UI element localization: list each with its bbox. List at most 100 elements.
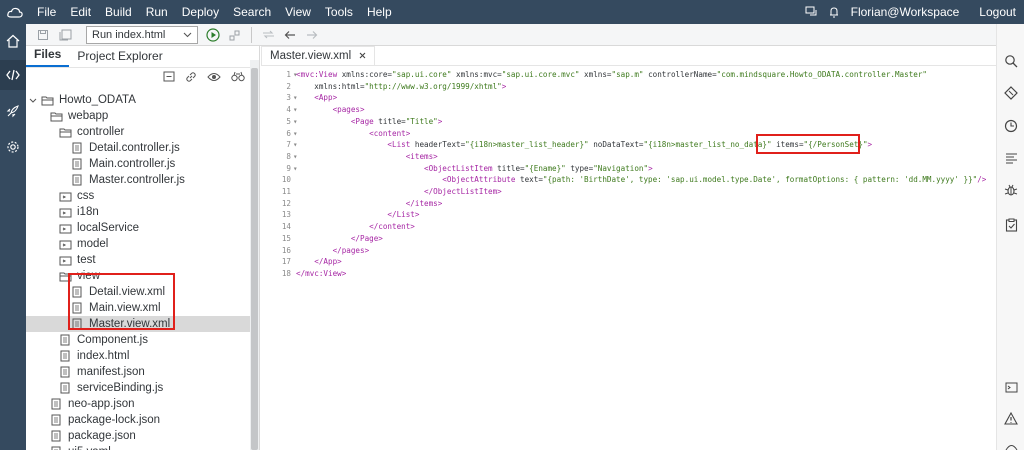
code-line[interactable]: 13 </List> [261, 209, 996, 221]
code-line[interactable]: 11 </ObjectListItem> [261, 186, 996, 198]
rocket-icon[interactable] [0, 96, 26, 126]
search-icon[interactable] [997, 50, 1024, 72]
code-line[interactable]: 16 </pages> [261, 245, 996, 257]
run-configuration-label: Run index.html [92, 28, 166, 41]
code-text: </App> [296, 256, 341, 268]
folder-closed-icon [58, 237, 72, 251]
tab-project-explorer[interactable]: Project Explorer [69, 49, 170, 67]
code-line[interactable]: 6 ▾ <content> [261, 128, 996, 140]
menu-help[interactable]: Help [360, 0, 399, 24]
tree-item-i18n[interactable]: i18n [26, 204, 259, 220]
sync-icon[interactable] [257, 25, 279, 45]
menu-file[interactable]: File [30, 0, 63, 24]
code-line[interactable]: 17 </App> [261, 256, 996, 268]
code-text: </ObjectListItem> [296, 186, 502, 198]
save-all-icon[interactable] [54, 25, 76, 45]
tree-item-detail-controller-js[interactable]: Detail.controller.js [26, 140, 259, 156]
build-icon[interactable] [224, 25, 246, 45]
menu-tools[interactable]: Tools [318, 0, 360, 24]
code-token: "Title" [405, 116, 438, 126]
toolbar: Run index.html [26, 24, 996, 46]
console-icon[interactable] [997, 376, 1024, 398]
code-line[interactable]: 4 ▾ <pages> [261, 104, 996, 116]
panel-toggle-icon[interactable] [997, 436, 1024, 450]
close-icon[interactable] [359, 50, 366, 62]
file-icon [49, 429, 63, 443]
file-icon [49, 397, 63, 411]
logout-button[interactable]: Logout [971, 0, 1024, 24]
run-icon[interactable] [202, 25, 224, 45]
code-line[interactable]: 18 </mvc:View> [261, 268, 996, 280]
code-line[interactable]: 15 </Page> [261, 233, 996, 245]
tree-item-model[interactable]: model [26, 236, 259, 252]
highlight-items-binding [756, 134, 860, 154]
tab-files[interactable]: Files [26, 47, 70, 67]
tree-item-test[interactable]: test [26, 252, 259, 268]
menu-edit[interactable]: Edit [63, 0, 98, 24]
code-line[interactable]: 3 ▾ <App> [261, 92, 996, 104]
home-icon[interactable] [0, 26, 26, 56]
tree-item-main-controller-js[interactable]: Main.controller.js [26, 156, 259, 172]
bell-icon[interactable] [823, 6, 845, 18]
history-clock-icon[interactable] [997, 115, 1024, 137]
code-line[interactable]: 2 xmlns:html="http://www.w3.org/1999/xht… [261, 81, 996, 93]
editor-tab-master-view[interactable]: Master.view.xml [261, 46, 376, 65]
tree-item-css[interactable]: css [26, 188, 259, 204]
code-line[interactable]: 8 ▾ <items> [261, 151, 996, 163]
tree-item-master-controller-js[interactable]: Master.controller.js [26, 172, 259, 188]
left-activity-bar [0, 24, 26, 450]
binoculars-icon[interactable] [231, 71, 245, 85]
tree-item-label: css [77, 190, 95, 202]
code-area[interactable]: 1 ▾ <mvc:View xmlns:core="sap.ui.core" xml… [261, 67, 996, 450]
menu-view[interactable]: View [278, 0, 318, 24]
code-line[interactable]: 12 </items> [261, 198, 996, 210]
code-line[interactable]: 1 ▾ <mvc:View xmlns:core="sap.ui.core" xml… [261, 69, 996, 81]
code-line[interactable]: 10 <ObjectAttribute text="{path: 'BirthD… [261, 174, 996, 186]
menu-build[interactable]: Build [98, 0, 139, 24]
debugger-bug-icon[interactable] [997, 179, 1024, 201]
code-token: headerText= [414, 140, 466, 150]
code-token: xmlns:core= [341, 70, 393, 79]
tree-item-package-json[interactable]: package.json [26, 428, 259, 444]
tree-item-howto-odata[interactable]: Howto_ODATA [26, 92, 259, 108]
navigate-back-icon[interactable] [279, 25, 301, 45]
menu-run[interactable]: Run [139, 0, 175, 24]
run-configuration-select[interactable]: Run index.html [86, 25, 198, 44]
code-line[interactable]: 14 </content> [261, 221, 996, 233]
tree-item-manifest-json[interactable]: manifest.json [26, 364, 259, 380]
tree-item-localservice[interactable]: localService [26, 220, 259, 236]
code-line[interactable]: 5 ▾ <Page title="Title"> [261, 116, 996, 128]
collapse-all-icon[interactable] [163, 71, 175, 85]
tree-item-controller[interactable]: controller [26, 124, 259, 140]
tree-item-neo-app-json[interactable]: neo-app.json [26, 396, 259, 412]
tree-item-webapp[interactable]: webapp [26, 108, 259, 124]
user-name[interactable]: Florian@Workspace [845, 0, 972, 24]
tree-item-index-html[interactable]: index.html [26, 348, 259, 364]
menu-deploy[interactable]: Deploy [175, 0, 226, 24]
chat-icon[interactable] [801, 6, 823, 18]
show-hidden-files-icon[interactable] [207, 71, 221, 85]
tree-item-ui5-yaml[interactable]: ui5.yaml [26, 444, 259, 450]
folder-closed-icon [58, 189, 72, 203]
clipboard-check-icon[interactable] [997, 214, 1024, 236]
navigate-forward-icon[interactable] [301, 25, 323, 45]
git-diamond-icon[interactable] [997, 82, 1024, 104]
development-code-icon[interactable] [0, 60, 26, 90]
settings-gear-icon[interactable] [0, 132, 26, 162]
tree-item-servicebinding-js[interactable]: serviceBinding.js [26, 380, 259, 396]
problems-warning-icon[interactable] [997, 407, 1024, 429]
save-icon[interactable] [32, 25, 54, 45]
tree-item-package-lock-json[interactable]: package-lock.json [26, 412, 259, 428]
tree-item-label: controller [77, 126, 125, 138]
file-tree-scrollbar[interactable] [250, 60, 259, 450]
tree-item-component-js[interactable]: Component.js [26, 332, 259, 348]
outline-list-icon[interactable] [997, 147, 1024, 169]
code-line[interactable]: 7 ▾ <List headerText="{i18n>master_list_h… [261, 139, 996, 151]
cloud-logo-icon[interactable] [0, 0, 30, 24]
code-line[interactable]: 9 ▾ <ObjectListItem title="{Ename}" type=… [261, 163, 996, 175]
chevron-down-icon[interactable] [28, 98, 38, 103]
line-number: 16 [281, 245, 291, 255]
link-with-editor-icon[interactable] [185, 71, 197, 86]
scrollbar-thumb[interactable] [251, 68, 258, 450]
menu-search[interactable]: Search [226, 0, 278, 24]
